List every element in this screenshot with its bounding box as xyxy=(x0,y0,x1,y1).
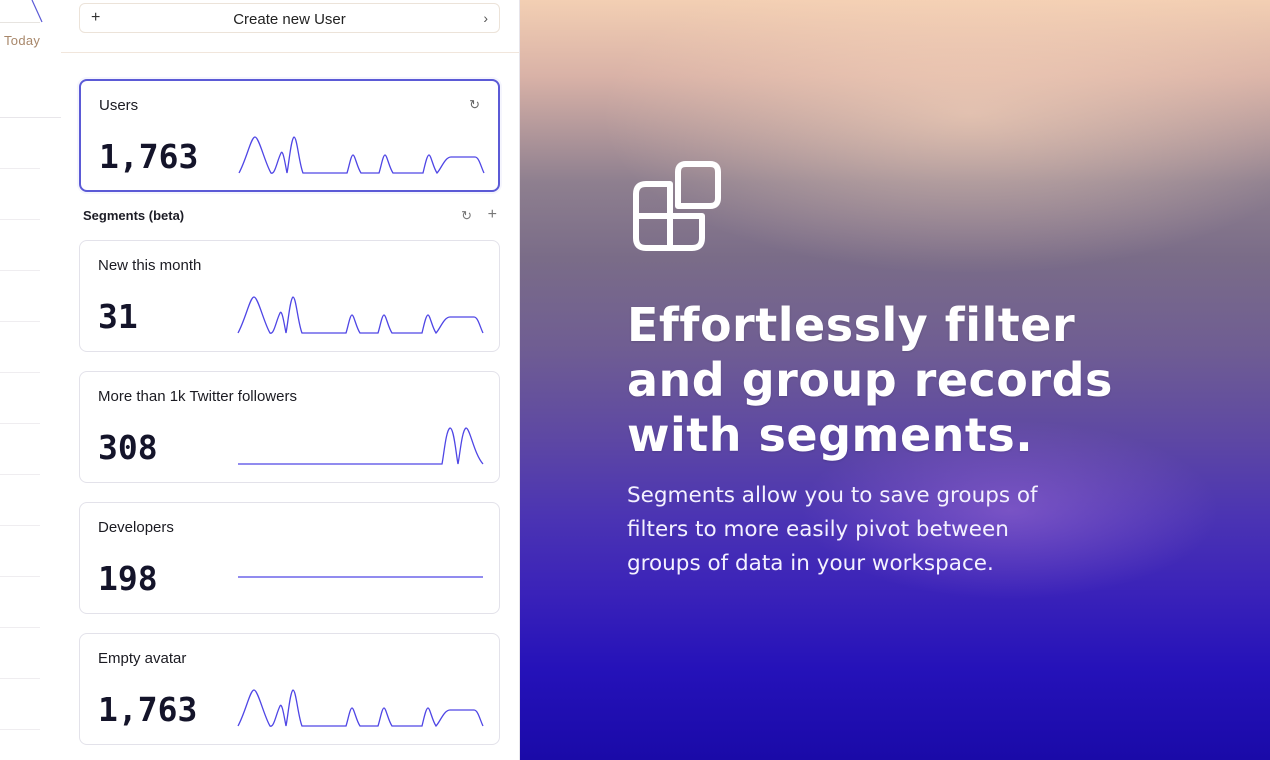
card-value: 31 xyxy=(98,297,138,336)
segment-card[interactable]: More than 1k Twitter followers 308 xyxy=(79,371,500,483)
card-value: 1,763 xyxy=(99,137,199,176)
segment-card[interactable]: New this month 31 xyxy=(79,240,500,352)
add-segment-icon[interactable]: + xyxy=(488,206,497,224)
row-divider xyxy=(0,678,40,679)
row-divider xyxy=(0,729,40,730)
segment-card[interactable]: Developers 198 xyxy=(79,502,500,614)
row-divider xyxy=(0,576,40,577)
refresh-icon[interactable]: ↻ xyxy=(469,97,480,113)
row-divider xyxy=(0,474,40,475)
row-divider xyxy=(0,423,40,424)
date-label: Today xyxy=(4,33,41,48)
row-divider xyxy=(0,372,40,373)
row-divider xyxy=(0,321,40,322)
mini-sparkline xyxy=(31,0,43,23)
row-divider xyxy=(0,168,40,169)
hero-headline: Effortlessly filter and group records wi… xyxy=(627,298,1113,462)
create-user-label: Create new User xyxy=(233,11,346,28)
segments-title: Segments (beta) xyxy=(83,208,185,223)
card-value: 198 xyxy=(98,559,158,598)
card-title: Developers xyxy=(98,519,174,536)
users-card[interactable]: Users ↻ 1,763 xyxy=(79,79,500,192)
segments-icon xyxy=(633,161,721,251)
card-title: New this month xyxy=(98,257,202,274)
card-title: More than 1k Twitter followers xyxy=(98,388,297,405)
left-panel: Today xyxy=(0,0,62,760)
card-value: 308 xyxy=(98,428,158,467)
segment-card[interactable]: Empty avatar 1,763 xyxy=(79,633,500,745)
sparkline xyxy=(237,689,484,728)
divider xyxy=(0,117,61,118)
sparkline-path xyxy=(237,689,484,728)
hero-body: Segments allow you to save groups of fil… xyxy=(627,483,1038,576)
sparkline-path xyxy=(237,296,484,335)
hero-panel: Effortlessly filter and group records wi… xyxy=(520,0,1270,760)
sparkline-path xyxy=(238,427,484,465)
sparkline xyxy=(238,427,484,465)
card-title: Empty avatar xyxy=(98,650,187,667)
divider xyxy=(0,22,40,23)
sparkline xyxy=(238,576,483,578)
row-divider xyxy=(0,627,40,628)
segments-panel: + Create new User › Users ↻ 1,763 Segmen… xyxy=(61,0,520,760)
create-user-button[interactable]: + Create new User › xyxy=(79,3,500,33)
sparkline xyxy=(238,136,485,175)
card-title: Users xyxy=(99,97,139,114)
refresh-icon[interactable]: ↻ xyxy=(461,208,472,224)
row-divider xyxy=(0,270,40,271)
row-divider xyxy=(0,219,40,220)
divider xyxy=(61,52,519,53)
row-divider xyxy=(0,525,40,526)
segments-header: Segments (beta) ↻ + xyxy=(83,206,500,226)
card-value: 1,763 xyxy=(98,690,198,729)
sparkline-path xyxy=(238,136,485,175)
chevron-right-icon: › xyxy=(483,10,488,26)
sparkline xyxy=(237,296,484,335)
